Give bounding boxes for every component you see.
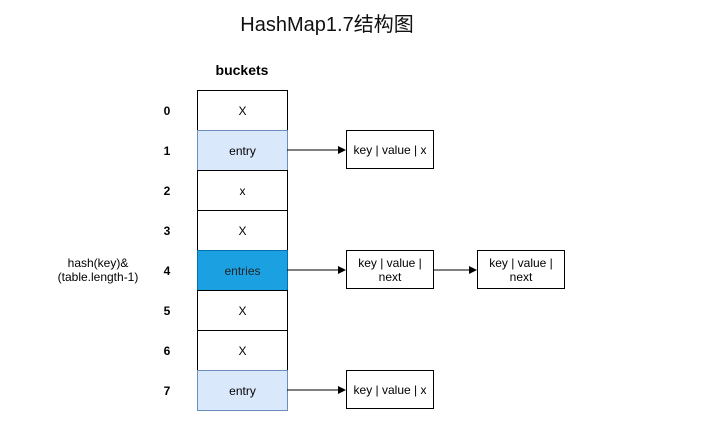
arrows-layer (287, 146, 477, 394)
